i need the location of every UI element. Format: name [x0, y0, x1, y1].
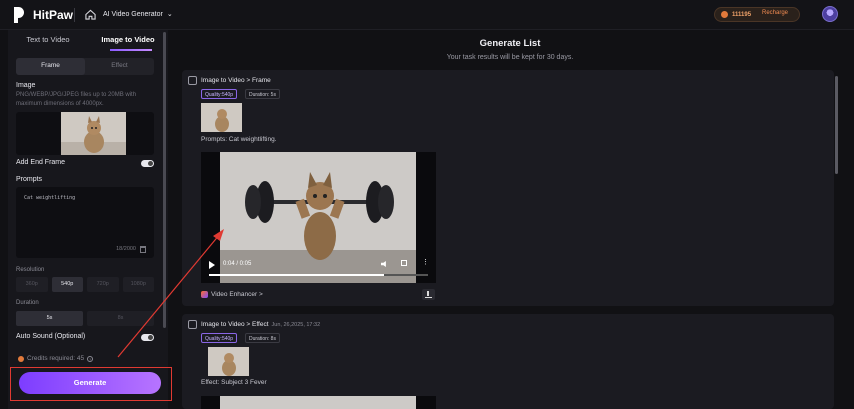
task-date: Jun, 26,2025, 17:32: [271, 322, 321, 328]
coin-icon: [18, 355, 24, 362]
video-progress-bar[interactable]: [209, 274, 428, 276]
prompt-char-counter: 18/2000: [116, 246, 136, 252]
video-progress-fill: [209, 274, 385, 276]
ai-video-generator-menu[interactable]: AI Video Generator ⌄: [103, 10, 173, 19]
auto-sound-label: Auto Sound (Optional): [16, 333, 86, 340]
prompt-textarea[interactable]: Cat weightlifting 18/2000: [16, 187, 154, 258]
more-options-icon[interactable]: ⋮: [422, 259, 429, 267]
uploaded-cat-image: [61, 112, 126, 155]
end-frame-toggle[interactable]: [141, 160, 154, 167]
task-icon: [188, 320, 197, 329]
volume-icon[interactable]: [381, 261, 386, 267]
page-title: Generate List: [479, 38, 541, 49]
coin-icon: [721, 11, 728, 18]
tab-image-to-video[interactable]: Image to Video: [88, 30, 168, 51]
page-subtitle: Your task results will be kept for 30 da…: [446, 54, 574, 61]
video-time: 0:04 / 0:05: [223, 261, 252, 267]
top-bar: HitPaw AI Video Generator ⌄ 111195 Recha…: [0, 0, 854, 30]
resolution-1080p[interactable]: 1080p: [122, 277, 154, 292]
trash-icon[interactable]: [140, 246, 146, 253]
duration-label: Duration: [16, 300, 39, 306]
prompt-value: Cat weightlifting: [24, 195, 76, 201]
avatar[interactable]: [822, 6, 838, 22]
mode-switch: Frame Effect: [16, 58, 154, 75]
image-upload-hint: PNG/WEBP/JPG/JPEG files up to 20MB with …: [16, 92, 137, 107]
fullscreen-icon[interactable]: [401, 260, 407, 266]
task-icon: [188, 76, 197, 85]
quality-tag: Quality:540p: [201, 333, 238, 343]
tab-text-to-video[interactable]: Text to Video: [8, 30, 88, 50]
generate-button[interactable]: Generate: [19, 372, 161, 394]
image-label: Image: [16, 82, 36, 89]
video-player[interactable]: [201, 396, 436, 409]
nav-title-label: AI Video Generator: [103, 10, 163, 18]
auto-sound-toggle[interactable]: [141, 334, 154, 341]
download-icon[interactable]: [422, 289, 435, 300]
source-thumbnail[interactable]: [208, 347, 249, 376]
resolution-360p[interactable]: 360p: [16, 277, 48, 292]
sidebar-scrollbar[interactable]: [163, 32, 166, 328]
quality-tag: Quality:540p: [201, 89, 238, 99]
resolution-720p[interactable]: 720p: [87, 277, 119, 292]
brand-logo[interactable]: HitPaw: [14, 7, 73, 23]
brand-name: HitPaw: [33, 8, 74, 22]
credits-balance: 111195: [732, 11, 752, 18]
task-prompt: Prompts: Cat weightlifting.: [201, 136, 277, 143]
resolution-label: Resolution: [16, 267, 45, 273]
sidebar: Text to Video Image to Video Frame Effec…: [8, 30, 168, 409]
mode-effect[interactable]: Effect: [85, 58, 154, 75]
prompts-label: Prompts: [16, 176, 43, 183]
task-title-text: Image to Video > Frame: [201, 77, 271, 84]
help-icon[interactable]: ?: [87, 355, 94, 362]
end-frame-label: Add End Frame: [16, 159, 66, 166]
play-icon[interactable]: [209, 261, 215, 269]
task-card: Image to Video > Effect Jun, 26,2025, 17:…: [182, 314, 834, 409]
chevron-down-icon: ⌄: [166, 11, 173, 18]
main-scrollbar[interactable]: [835, 76, 838, 174]
video-enhancer-icon: [201, 291, 208, 298]
source-thumbnail[interactable]: [201, 103, 242, 132]
video-player[interactable]: 0:04 / 0:05 ⋮: [201, 152, 436, 283]
task-prompt: Effect: Subject 3 Fever: [201, 379, 267, 386]
hitpaw-logo-icon: [14, 7, 28, 23]
video-enhancer-label: Video Enhancer >: [211, 291, 263, 298]
video-controls: 0:04 / 0:05 ⋮: [201, 255, 436, 283]
task-card: Image to Video > Frame Quality:540p Dura…: [182, 70, 834, 306]
duration-options: 5s 8s: [16, 311, 154, 326]
video-enhancer-link[interactable]: Video Enhancer >: [201, 291, 263, 298]
home-icon[interactable]: [85, 9, 96, 20]
task-title-text: Image to Video > Effect: [201, 321, 269, 328]
credits-required: Credits required: 45 ?: [18, 355, 94, 362]
credits-required-text: Credits required: 45: [27, 355, 85, 362]
duration-tag: Duration: 8s: [245, 333, 280, 343]
task-title: Image to Video > Effect Jun, 26,2025, 17:…: [201, 321, 320, 328]
task-title: Image to Video > Frame: [201, 77, 271, 84]
generated-video-frame: [220, 396, 416, 409]
recharge-button[interactable]: Recharge: [762, 10, 788, 16]
generation-tabs: Text to Video Image to Video: [8, 30, 168, 51]
resolution-options: 360p 540p 720p 1080p: [16, 277, 154, 292]
image-upload-area[interactable]: [16, 112, 154, 155]
mode-frame[interactable]: Frame: [16, 58, 85, 75]
duration-tag: Duration: 5s: [245, 89, 280, 99]
resolution-540p[interactable]: 540p: [51, 277, 83, 292]
divider: [74, 8, 75, 22]
duration-8s[interactable]: 8s: [87, 311, 154, 326]
duration-5s[interactable]: 5s: [16, 311, 83, 326]
